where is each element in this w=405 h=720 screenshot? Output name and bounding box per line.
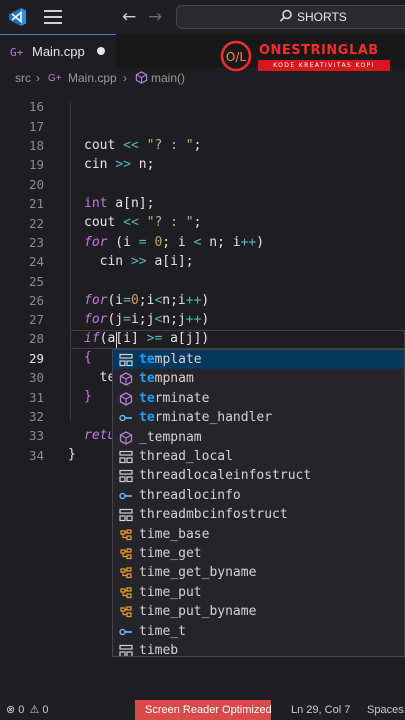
class-icon — [119, 586, 133, 600]
suggestion-label: threadlocaleinfostruct — [139, 468, 312, 484]
struct-icon — [119, 508, 133, 522]
code-line-21[interactable]: 21 cout << "? : "; — [0, 175, 405, 230]
suggestion-item[interactable]: tempnam — [113, 369, 404, 388]
unsaved-dot-icon[interactable] — [97, 47, 105, 55]
screen-reader-button[interactable]: Screen Reader Optimized — [135, 700, 272, 720]
code-line-23[interactable]: 23 cin >> a[i]; — [0, 214, 405, 269]
breadcrumb-separator: › — [36, 71, 40, 85]
suggestion-item[interactable]: time_get — [113, 544, 404, 563]
warning-count: 0 — [42, 704, 49, 716]
code-line-18[interactable]: 18 cin >> n; — [0, 117, 405, 172]
method-icon — [135, 71, 148, 84]
code-line-29[interactable]: 29 te — [0, 330, 405, 385]
struct-icon — [119, 644, 133, 656]
code-text: } — [68, 447, 76, 462]
cpp-file-icon: G+ — [48, 73, 62, 84]
title-bar: ← → SHORTS — [0, 0, 405, 34]
struct-icon — [119, 353, 133, 367]
line-number: 34 — [28, 448, 44, 463]
problems-indicator[interactable]: ⊗ 0 ⚠ 0 — [6, 700, 49, 720]
code-line-20[interactable]: 20 int a[n]; — [0, 156, 405, 211]
suggestion-label: time_get_byname — [139, 565, 257, 581]
suggestion-item[interactable]: _tempnam — [113, 428, 404, 447]
code-line-19[interactable]: 19 — [0, 136, 405, 172]
struct-icon — [119, 450, 133, 464]
breadcrumb-separator: › — [123, 71, 127, 85]
vscode-logo-icon[interactable] — [0, 0, 34, 34]
suggestion-label: thread_local — [139, 449, 233, 464]
breadcrumb: src › G+ Main.cpp › main() — [0, 68, 405, 88]
tab-main-cpp[interactable]: G+ Main.cpp — [0, 34, 116, 68]
suggestion-label: time_t — [139, 623, 186, 639]
suggestion-item[interactable]: threadmbcinfostruct — [113, 505, 404, 524]
suggestion-label: tempnam — [139, 371, 194, 387]
error-count: 0 — [18, 704, 25, 716]
suggestion-label: terminate — [139, 390, 210, 406]
suggestion-label: threadmbcinfostruct — [139, 507, 288, 523]
suggestion-item[interactable]: time_t — [113, 622, 404, 641]
suggestion-item[interactable]: terminate_handler — [113, 408, 404, 427]
code-line-26[interactable]: 26 for(j=i;j<n;j++) — [0, 272, 405, 327]
suggestion-item[interactable]: template — [113, 350, 404, 370]
tab-label: Main.cpp — [32, 44, 85, 59]
code-line-22[interactable]: 22 for (i = 0; i < n; i++) — [0, 195, 405, 250]
suggestion-label: time_get — [139, 546, 202, 561]
menu-icon[interactable] — [44, 10, 62, 24]
field-icon — [119, 411, 133, 425]
suggestion-label: time_base — [139, 526, 210, 542]
suggestion-label: threadlocinfo — [139, 487, 241, 503]
suggestion-item[interactable]: time_get_byname — [113, 563, 404, 582]
suggestion-item[interactable]: time_put — [113, 583, 404, 602]
suggestion-item[interactable]: time_put_byname — [113, 602, 404, 621]
suggestion-item[interactable]: timeb — [113, 641, 404, 657]
class-icon — [119, 566, 133, 580]
breadcrumb-folder[interactable]: src — [15, 71, 31, 85]
search-text: SHORTS — [297, 10, 347, 24]
class-icon — [119, 547, 133, 561]
suggestion-label: terminate_handler — [139, 410, 273, 426]
search-icon — [279, 9, 292, 22]
text-cursor — [116, 332, 117, 348]
autocomplete-suggestions[interactable]: template tempnam terminate terminate_handle… — [112, 349, 405, 657]
code-line-27[interactable]: 27 if(a[i] >= a[j]) — [0, 291, 405, 346]
method-icon — [119, 372, 133, 387]
status-bar: ⊗ 0 ⚠ 0 Screen Reader Optimized Ln 29, C… — [0, 700, 405, 720]
breadcrumb-symbol[interactable]: main() — [151, 71, 185, 85]
suggestion-label: time_put — [139, 584, 202, 600]
suggestion-label: timeb — [139, 643, 179, 657]
code-line-24[interactable]: 24 — [0, 233, 405, 269]
method-icon — [119, 392, 133, 406]
cpp-file-icon: G+ — [10, 46, 24, 59]
suggestion-item[interactable]: time_base — [113, 525, 404, 544]
field-icon — [119, 625, 133, 639]
field-icon — [119, 489, 133, 503]
error-icon: ⊗ — [6, 704, 16, 716]
struct-icon — [119, 469, 133, 483]
back-arrow-icon[interactable]: ← — [122, 7, 136, 27]
suggestion-label: template — [139, 352, 202, 367]
svg-text:O/L: O/L — [226, 50, 246, 64]
code-line-partial: 16 — [0, 88, 405, 114]
class-icon — [119, 528, 133, 542]
class-icon — [119, 605, 133, 619]
command-center-search[interactable]: SHORTS — [176, 5, 405, 29]
suggestion-label: time_put_byname — [139, 604, 257, 620]
code-line-25[interactable]: 25 for(i=0;i<n;i++) — [0, 253, 405, 308]
method-icon — [119, 430, 133, 445]
suggestion-item[interactable]: threadlocinfo — [113, 486, 404, 505]
suggestion-item[interactable]: threadlocaleinfostruct — [113, 466, 404, 485]
code-line-17[interactable]: 17 cout << "? : "; — [0, 98, 405, 153]
suggestion-label: _tempnam — [139, 429, 202, 445]
forward-arrow-icon[interactable]: → — [148, 7, 162, 27]
warning-icon: ⚠ — [29, 704, 40, 716]
suggestion-item[interactable]: thread_local — [113, 447, 404, 466]
cursor-position[interactable]: Ln 29, Col 7 — [291, 700, 350, 720]
suggestion-item[interactable]: terminate — [113, 389, 404, 408]
brand-name: ONESTRINGLAB — [259, 43, 379, 58]
breadcrumb-file[interactable]: Main.cpp — [68, 71, 117, 85]
code-line-28[interactable]: 28 { — [0, 310, 405, 365]
indentation-setting[interactable]: Spaces: — [367, 700, 405, 720]
